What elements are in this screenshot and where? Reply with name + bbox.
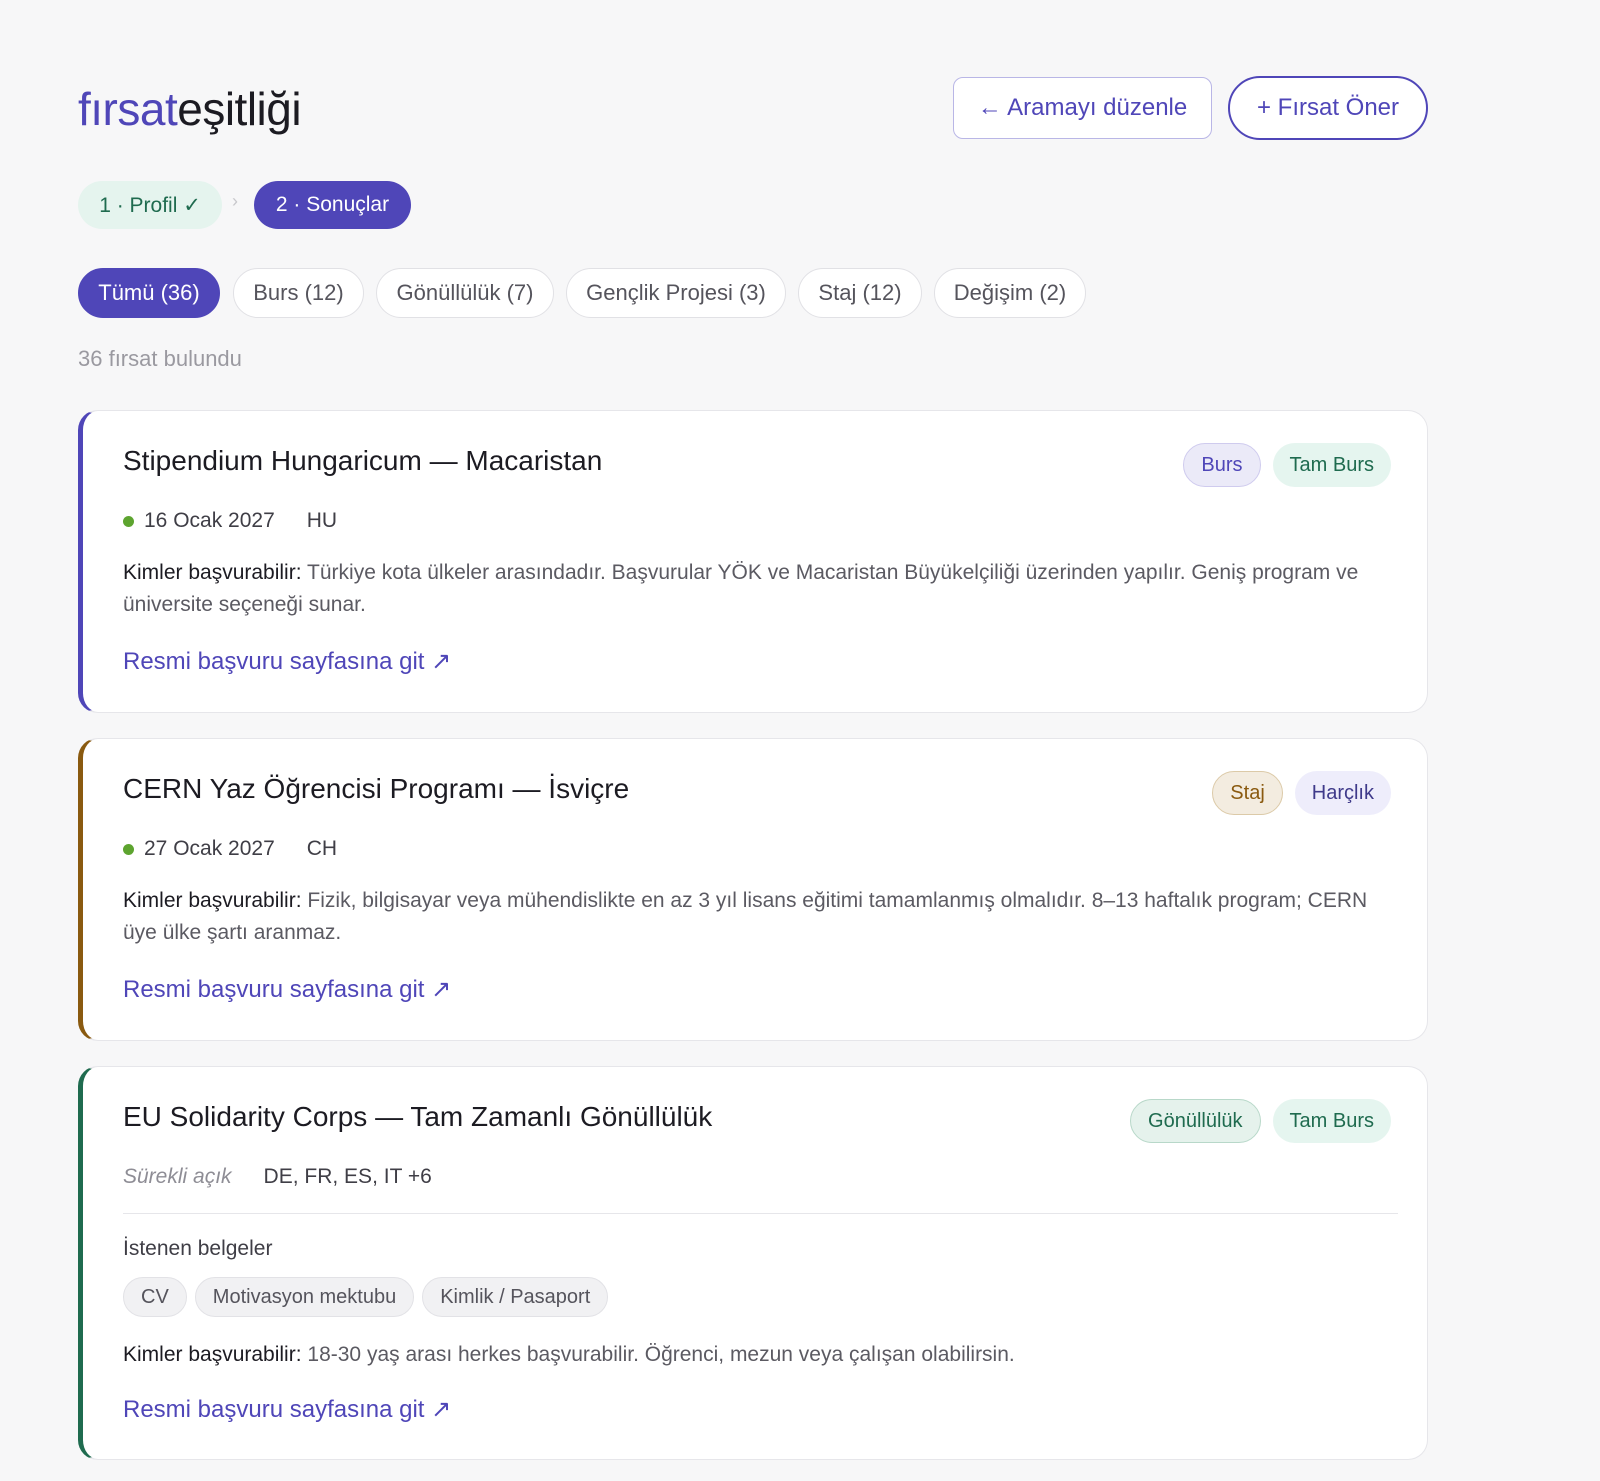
step-results[interactable]: 2 · Sonuçlar	[254, 181, 411, 229]
filter-tab-genclik-projesi[interactable]: Gençlik Projesi (3)	[566, 268, 786, 318]
opportunity-card: Stipendium Hungaricum — Macaristan Burs …	[78, 410, 1428, 713]
country-codes: DE, FR, ES, IT +6	[263, 1165, 432, 1188]
card-title: EU Solidarity Corps — Tam Zamanlı Gönüll…	[123, 1101, 713, 1132]
step-profile[interactable]: 1 · Profil ✓	[78, 181, 222, 229]
filter-tab-all[interactable]: Tümü (36)	[78, 268, 220, 318]
category-badge: Burs	[1183, 443, 1261, 487]
required-documents: CV Motivasyon mektubu Kimlik / Pasaport	[123, 1277, 609, 1317]
document-chip: Motivasyon mektubu	[194, 1277, 415, 1317]
required-documents-label: İstenen belgeler	[123, 1237, 273, 1260]
card-title: CERN Yaz Öğrencisi Programı — İsviçre	[123, 773, 630, 804]
card-meta: 16 Ocak 2027 HU	[123, 509, 337, 533]
official-application-link[interactable]: Resmi başvuru sayfasına git ↗	[123, 975, 451, 1004]
card-meta: 27 Ocak 2027 CH	[123, 837, 337, 861]
who-can-apply-label: Kimler başvurabilir:	[123, 561, 302, 584]
card-description: Kimler başvurabilir: 18-30 yaş arası her…	[123, 1339, 1393, 1371]
eligibility-text: 18-30 yaş arası herkes başvurabilir. Öğr…	[307, 1343, 1015, 1366]
who-can-apply-label: Kimler başvurabilir:	[123, 889, 302, 912]
category-badge: Gönüllülük	[1130, 1099, 1261, 1143]
filter-tab-staj[interactable]: Staj (12)	[798, 268, 922, 318]
deadline: Sürekli açık	[123, 1165, 232, 1188]
brand-logo[interactable]: fırsateşitliği	[78, 82, 302, 136]
filter-tab-gonulluluk[interactable]: Gönüllülük (7)	[376, 268, 554, 318]
funding-badge: Tam Burs	[1272, 443, 1391, 487]
card-title: Stipendium Hungaricum — Macaristan	[123, 445, 603, 476]
deadline: 27 Ocak 2027	[144, 837, 275, 860]
official-application-link[interactable]: Resmi başvuru sayfasına git ↗	[123, 647, 451, 676]
edit-search-button[interactable]: ← Aramayı düzenle	[953, 77, 1212, 139]
brand-logo-part2: eşitliği	[177, 83, 302, 135]
results-page: fırsateşitliği ← Aramayı düzenle + Fırsa…	[0, 0, 1600, 1481]
card-description: Kimler başvurabilir: Fizik, bilgisayar v…	[123, 885, 1393, 949]
card-tags: Gönüllülük Tam Burs	[1130, 1099, 1391, 1143]
document-chip: Kimlik / Pasaport	[422, 1277, 609, 1317]
divider	[123, 1213, 1398, 1214]
opportunity-card: CERN Yaz Öğrencisi Programı — İsviçre St…	[78, 738, 1428, 1041]
card-meta: Sürekli açık DE, FR, ES, IT +6	[123, 1165, 432, 1189]
eligibility-text: Fizik, bilgisayar veya mühendislikte en …	[123, 889, 1368, 944]
filter-tab-degisim[interactable]: Değişim (2)	[934, 268, 1086, 318]
brand-logo-part1: fırsat	[78, 83, 178, 135]
document-chip: CV	[123, 1277, 187, 1317]
funding-badge: Tam Burs	[1272, 1099, 1391, 1143]
status-dot-icon	[123, 515, 134, 527]
deadline: 16 Ocak 2027	[144, 509, 275, 532]
opportunity-card: EU Solidarity Corps — Tam Zamanlı Gönüll…	[78, 1066, 1428, 1460]
chevron-right-icon: ›	[232, 191, 238, 211]
filter-tab-burs[interactable]: Burs (12)	[233, 268, 364, 318]
official-application-link[interactable]: Resmi başvuru sayfasına git ↗	[123, 1395, 451, 1424]
who-can-apply-label: Kimler başvurabilir:	[123, 1343, 302, 1366]
result-count: 36 fırsat bulundu	[78, 346, 242, 371]
suggest-opportunity-button[interactable]: + Fırsat Öner	[1228, 76, 1428, 140]
country-codes: CH	[306, 837, 338, 860]
status-dot-icon	[123, 843, 134, 855]
eligibility-text: Türkiye kota ülkeler arasındadır. Başvur…	[123, 561, 1359, 616]
card-tags: Burs Tam Burs	[1183, 443, 1391, 487]
category-badge: Staj	[1212, 771, 1283, 815]
card-description: Kimler başvurabilir: Türkiye kota ülkele…	[123, 557, 1393, 621]
funding-badge: Harçlık	[1294, 771, 1391, 815]
country-codes: HU	[306, 509, 338, 532]
card-tags: Staj Harçlık	[1212, 771, 1391, 815]
